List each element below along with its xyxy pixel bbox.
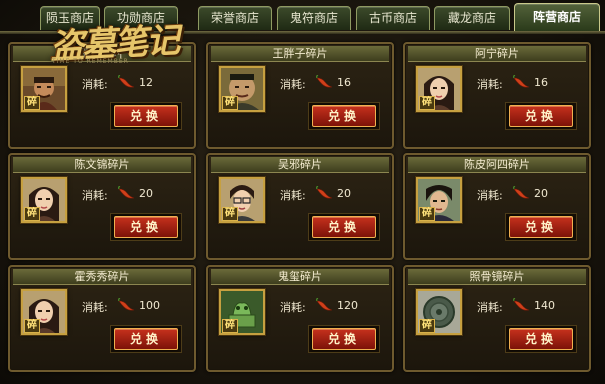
shard-badge: 碎 <box>24 207 40 221</box>
shard-badge: 碎 <box>419 96 435 110</box>
shop-item-card: 阿宁碎片碎 消耗: 16 兑换 <box>403 42 591 149</box>
shard-badge: 碎 <box>222 319 238 333</box>
shard-badge: 碎 <box>419 319 435 333</box>
shop-item-card: 陈文锦碎片碎 消耗: 20 兑换 <box>8 153 196 260</box>
cost-label: 消耗: <box>82 78 108 91</box>
item-title: 吴邪碎片 <box>211 157 389 173</box>
cost-value: 20 <box>534 187 548 200</box>
cost-label: 消耗: <box>477 189 503 202</box>
item-portrait[interactable]: 碎 <box>416 289 462 335</box>
shard-badge: 碎 <box>24 319 40 333</box>
cost-label: 消耗: <box>477 301 503 314</box>
chili-currency-icon <box>118 297 136 316</box>
exchange-button[interactable]: 兑换 <box>114 328 178 350</box>
item-portrait[interactable]: 碎 <box>219 177 265 223</box>
chili-currency-icon <box>118 74 136 93</box>
item-title: 阿宁碎片 <box>408 46 586 62</box>
item-title: 陈文锦碎片 <box>13 157 191 173</box>
shop-panel: 陨玉商店 功勋商店 荣誉商店 鬼符商店 古币商店 藏龙商店 阵营商店 盗墓笔记 … <box>0 0 605 384</box>
exchange-button[interactable]: 兑换 <box>312 216 376 238</box>
chili-currency-icon <box>513 185 531 204</box>
cost-label: 消耗: <box>280 189 306 202</box>
exchange-button[interactable]: 兑换 <box>509 328 573 350</box>
item-portrait[interactable]: 碎 <box>219 289 265 335</box>
exchange-button[interactable]: 兑换 <box>114 216 178 238</box>
shop-item-card: 王胖子碎片碎 消耗: 16 兑换 <box>206 42 394 149</box>
chili-currency-icon <box>316 74 334 93</box>
item-portrait[interactable]: 碎 <box>416 177 462 223</box>
cost-value: 20 <box>337 187 351 200</box>
cost-value: 100 <box>139 299 160 312</box>
cost-value: 20 <box>139 187 153 200</box>
exchange-button[interactable]: 兑换 <box>509 216 573 238</box>
cost-label: 消耗: <box>82 189 108 202</box>
tab-faction-shop[interactable]: 阵营商店 <box>514 3 600 31</box>
exchange-button[interactable]: 兑换 <box>312 105 376 127</box>
cost-value: 12 <box>139 76 153 89</box>
item-portrait[interactable]: 碎 <box>21 289 67 335</box>
exchange-button[interactable]: 兑换 <box>114 105 178 127</box>
item-portrait[interactable]: 碎 <box>416 66 462 112</box>
chili-currency-icon <box>513 74 531 93</box>
shop-item-card: 鬼玺碎片碎 消耗: 120 兑换 <box>206 265 394 372</box>
item-title: 霍秀秀碎片 <box>13 269 191 285</box>
cost-label: 消耗: <box>477 78 503 91</box>
cost-label: 消耗: <box>280 301 306 314</box>
tab-canglong-shop[interactable]: 藏龙商店 <box>434 6 510 30</box>
shop-item-card: 照骨镜碎片碎 消耗: 140 兑换 <box>403 265 591 372</box>
item-portrait[interactable]: 碎 <box>219 66 265 112</box>
item-portrait[interactable]: 碎 <box>21 177 67 223</box>
game-logo: 盗墓笔记 TIME TO REMEMBER <box>40 14 180 70</box>
chili-currency-icon <box>118 185 136 204</box>
item-portrait[interactable]: 碎 <box>21 66 67 112</box>
item-title: 鬼玺碎片 <box>211 269 389 285</box>
cost-value: 16 <box>337 76 351 89</box>
cost-label: 消耗: <box>82 301 108 314</box>
cost-value: 140 <box>534 299 555 312</box>
shop-item-card: 陈皮阿四碎片碎 消耗: 20 兑换 <box>403 153 591 260</box>
exchange-button[interactable]: 兑换 <box>509 105 573 127</box>
item-title: 陈皮阿四碎片 <box>408 157 586 173</box>
shard-badge: 碎 <box>419 207 435 221</box>
item-title: 王胖子碎片 <box>211 46 389 62</box>
chili-currency-icon <box>316 297 334 316</box>
shard-badge: 碎 <box>222 207 238 221</box>
chili-currency-icon <box>513 297 531 316</box>
cost-value: 16 <box>534 76 548 89</box>
shop-item-card: 霍秀秀碎片碎 消耗: 100 兑换 <box>8 265 196 372</box>
shop-item-card: 吴邪碎片碎 消耗: 20 兑换 <box>206 153 394 260</box>
tab-ghost-talisman-shop[interactable]: 鬼符商店 <box>277 6 351 30</box>
tab-ancient-coin-shop[interactable]: 古币商店 <box>356 6 430 30</box>
exchange-button[interactable]: 兑换 <box>312 328 376 350</box>
shard-badge: 碎 <box>222 96 238 110</box>
logo-subtitle: TIME TO REMEMBER <box>52 58 129 65</box>
item-title: 照骨镜碎片 <box>408 269 586 285</box>
chili-currency-icon <box>316 185 334 204</box>
shard-badge: 碎 <box>24 96 40 110</box>
cost-value: 120 <box>337 299 358 312</box>
tab-honor-shop[interactable]: 荣誉商店 <box>198 6 272 30</box>
cost-label: 消耗: <box>280 78 306 91</box>
